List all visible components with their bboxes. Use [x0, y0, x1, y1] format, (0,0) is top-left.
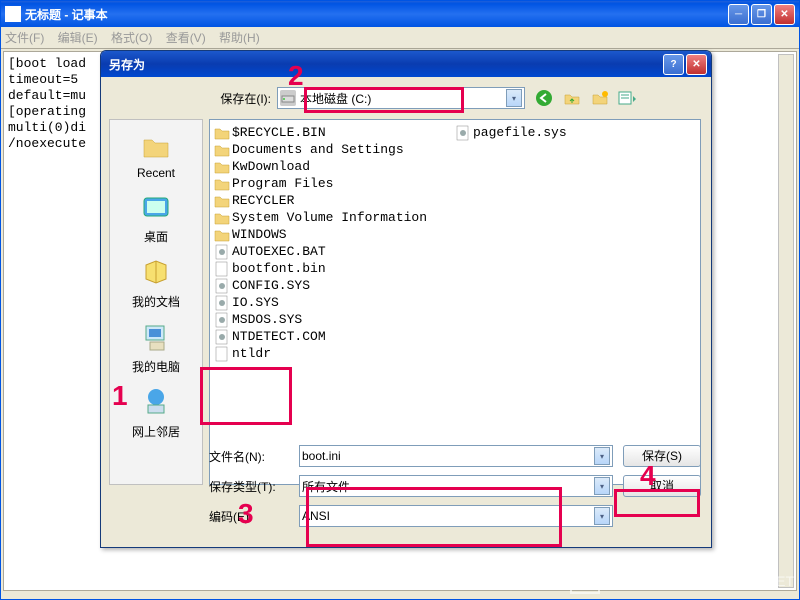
- list-item[interactable]: AUTOEXEC.BAT: [214, 243, 455, 260]
- cancel-button[interactable]: 取消: [623, 475, 701, 497]
- view-menu-button[interactable]: [617, 87, 639, 109]
- save-in-label: 保存在(I):: [207, 90, 277, 107]
- file-name: AUTOEXEC.BAT: [232, 244, 326, 259]
- file-list[interactable]: $RECYCLE.BIN Documents and Settings KwDown…: [209, 119, 701, 485]
- list-item[interactable]: System Volume Information: [214, 209, 455, 226]
- menu-edit[interactable]: 编辑(E): [58, 31, 98, 45]
- vertical-scrollbar[interactable]: [778, 54, 794, 588]
- encoding-label: 编码(E):: [209, 508, 299, 525]
- menu-format[interactable]: 格式(O): [111, 31, 152, 45]
- save-in-combo[interactable]: 本地磁盘 (C:) ▾: [277, 87, 525, 109]
- back-button[interactable]: [533, 87, 555, 109]
- folder-icon: [214, 159, 230, 175]
- place-mycomputer[interactable]: 我的电脑: [114, 316, 198, 381]
- folder-icon: [214, 227, 230, 243]
- file-icon: [455, 125, 471, 141]
- chevron-down-icon[interactable]: ▾: [594, 507, 610, 525]
- file-icon: [214, 295, 230, 311]
- place-network[interactable]: 网上邻居: [114, 381, 198, 446]
- dialog-close-button[interactable]: ✕: [686, 54, 707, 75]
- list-item[interactable]: ntldr: [214, 345, 455, 362]
- drive-icon: [280, 90, 296, 106]
- file-name: IO.SYS: [232, 295, 279, 310]
- list-item[interactable]: Documents and Settings: [214, 141, 455, 158]
- filename-label: 文件名(N):: [209, 448, 299, 465]
- help-button[interactable]: ?: [663, 54, 684, 75]
- chevron-down-icon[interactable]: ▾: [506, 89, 522, 107]
- recent-icon: [140, 130, 172, 162]
- folder-icon: [214, 210, 230, 226]
- save-in-value: 本地磁盘 (C:): [300, 90, 506, 107]
- file-icon: [214, 278, 230, 294]
- file-name: WINDOWS: [232, 227, 287, 242]
- dialog-titlebar[interactable]: 另存为 ? ✕: [101, 51, 711, 77]
- new-folder-button[interactable]: [589, 87, 611, 109]
- save-button[interactable]: 保存(S): [623, 445, 701, 467]
- list-item[interactable]: RECYCLER: [214, 192, 455, 209]
- watermark: 系统之家 XITONGZHIJIA.NET: [570, 568, 794, 594]
- chevron-down-icon[interactable]: ▾: [594, 447, 610, 465]
- place-desktop[interactable]: 桌面: [114, 186, 198, 251]
- file-name: NTDETECT.COM: [232, 329, 326, 344]
- list-item[interactable]: NTDETECT.COM: [214, 328, 455, 345]
- places-bar: Recent 桌面 我的文档 我的电脑 网上邻居: [109, 119, 203, 485]
- list-item[interactable]: CONFIG.SYS: [214, 277, 455, 294]
- file-name: ntldr: [232, 346, 271, 361]
- folder-icon: [214, 176, 230, 192]
- place-recent[interactable]: Recent: [114, 124, 198, 186]
- network-icon: [140, 387, 172, 419]
- list-item[interactable]: WINDOWS: [214, 226, 455, 243]
- mydocs-icon: [140, 257, 172, 289]
- maximize-button[interactable]: ❐: [751, 4, 772, 25]
- file-name: RECYCLER: [232, 193, 294, 208]
- up-button[interactable]: [561, 87, 583, 109]
- file-icon: [214, 244, 230, 260]
- folder-icon: [214, 142, 230, 158]
- main-title: 无标题 - 记事本: [25, 6, 728, 23]
- list-item[interactable]: Program Files: [214, 175, 455, 192]
- minimize-button[interactable]: ─: [728, 4, 749, 25]
- file-icon: [214, 312, 230, 328]
- file-name: KwDownload: [232, 159, 310, 174]
- menu-view[interactable]: 查看(V): [166, 31, 206, 45]
- folder-icon: [214, 125, 230, 141]
- notepad-icon: [5, 6, 21, 22]
- main-titlebar[interactable]: 无标题 - 记事本 ─ ❐ ✕: [1, 1, 799, 27]
- file-name: Program Files: [232, 176, 333, 191]
- folder-icon: [214, 193, 230, 209]
- filetype-label: 保存类型(T):: [209, 478, 299, 495]
- watermark-logo-icon: [570, 568, 600, 594]
- file-name: pagefile.sys: [473, 125, 567, 140]
- menu-help[interactable]: 帮助(H): [219, 31, 260, 45]
- place-mydocs[interactable]: 我的文档: [114, 251, 198, 316]
- file-name: MSDOS.SYS: [232, 312, 302, 327]
- file-icon: [214, 346, 230, 362]
- list-item[interactable]: $RECYCLE.BIN: [214, 124, 455, 141]
- dialog-title: 另存为: [105, 56, 663, 73]
- filename-input[interactable]: boot.ini ▾: [299, 445, 613, 467]
- list-item[interactable]: IO.SYS: [214, 294, 455, 311]
- filetype-combo[interactable]: 所有文件 ▾: [299, 475, 613, 497]
- list-item[interactable]: MSDOS.SYS: [214, 311, 455, 328]
- encoding-combo[interactable]: ANSI ▾: [299, 505, 613, 527]
- file-name: $RECYCLE.BIN: [232, 125, 326, 140]
- list-item[interactable]: KwDownload: [214, 158, 455, 175]
- menu-file[interactable]: 文件(F): [5, 31, 44, 45]
- desktop-icon: [140, 192, 172, 224]
- list-item[interactable]: bootfont.bin: [214, 260, 455, 277]
- menubar: 文件(F) 编辑(E) 格式(O) 查看(V) 帮助(H): [1, 27, 799, 49]
- mycomputer-icon: [140, 322, 172, 354]
- file-name: System Volume Information: [232, 210, 427, 225]
- file-icon: [214, 261, 230, 277]
- save-as-dialog: 另存为 ? ✕ 保存在(I): 本地磁盘 (C:) ▾: [100, 50, 712, 548]
- file-name: Documents and Settings: [232, 142, 404, 157]
- file-name: bootfont.bin: [232, 261, 326, 276]
- list-item[interactable]: pagefile.sys: [455, 124, 696, 141]
- file-name: CONFIG.SYS: [232, 278, 310, 293]
- chevron-down-icon[interactable]: ▾: [594, 477, 610, 495]
- file-icon: [214, 329, 230, 345]
- watermark-text: 系统之家 XITONGZHIJIA.NET: [606, 571, 794, 591]
- close-button[interactable]: ✕: [774, 4, 795, 25]
